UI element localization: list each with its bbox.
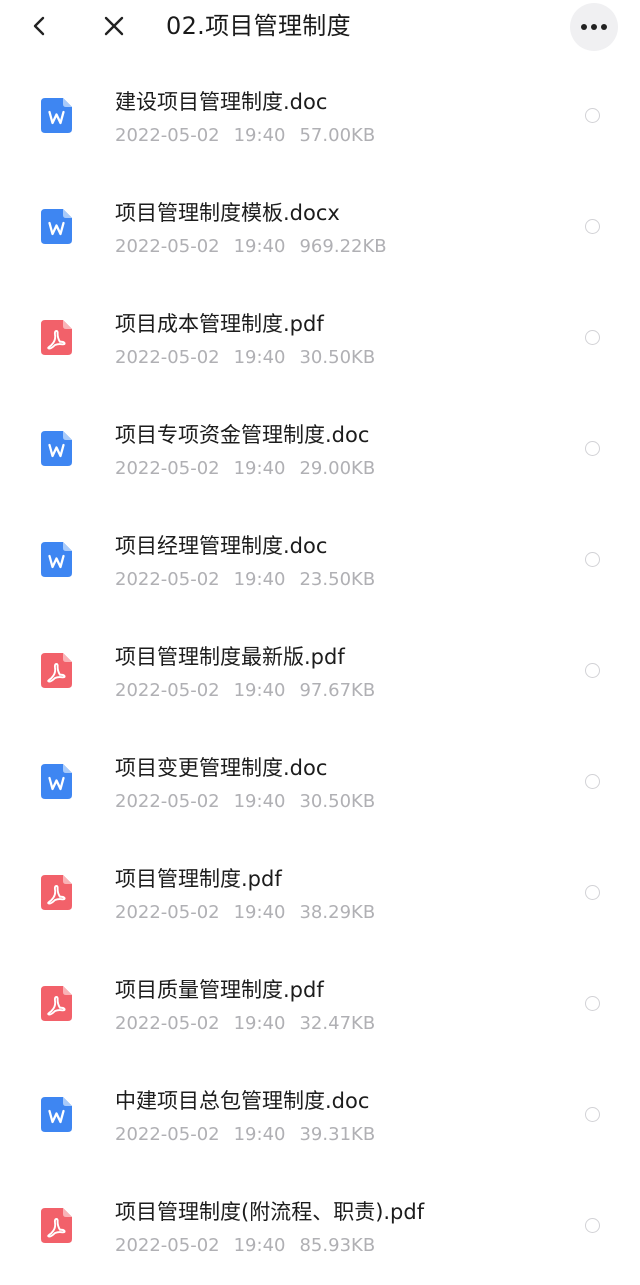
file-size: 23.50KB bbox=[299, 569, 376, 590]
file-size: 39.31KB bbox=[299, 1124, 376, 1145]
file-name: 项目专项资金管理制度.doc bbox=[115, 423, 370, 447]
word-file-icon bbox=[41, 431, 72, 466]
file-list: 建设项目管理制度.doc 2022-05-02 19:40 57.00KB 项目管理制… bbox=[0, 62, 640, 1283]
file-meta: 2022-05-02 19:40 97.67KB bbox=[115, 680, 389, 701]
select-radio[interactable] bbox=[585, 996, 600, 1011]
chevron-left-icon bbox=[33, 16, 45, 36]
word-file-icon bbox=[41, 98, 72, 133]
file-row[interactable]: 项目质量管理制度.pdf 2022-05-02 19:40 32.47KB bbox=[0, 950, 640, 1061]
file-date: 2022-05-02 bbox=[115, 458, 220, 479]
pdf-file-icon bbox=[41, 653, 72, 688]
file-name: 项目经理管理制度.doc bbox=[115, 534, 328, 558]
pdf-file-icon bbox=[41, 986, 72, 1021]
select-radio[interactable] bbox=[585, 885, 600, 900]
file-meta: 2022-05-02 19:40 23.50KB bbox=[115, 569, 389, 590]
file-size: 30.50KB bbox=[299, 791, 376, 812]
back-button[interactable] bbox=[22, 8, 58, 44]
file-name: 项目成本管理制度.pdf bbox=[115, 312, 324, 336]
file-row[interactable]: 项目成本管理制度.pdf 2022-05-02 19:40 30.50KB bbox=[0, 284, 640, 395]
file-name: 项目管理制度最新版.pdf bbox=[115, 645, 345, 669]
select-radio[interactable] bbox=[585, 330, 600, 345]
file-row[interactable]: 建设项目管理制度.doc 2022-05-02 19:40 57.00KB bbox=[0, 62, 640, 173]
select-radio[interactable] bbox=[585, 663, 600, 678]
file-row[interactable]: 项目管理制度最新版.pdf 2022-05-02 19:40 97.67KB bbox=[0, 617, 640, 728]
pdf-file-icon bbox=[41, 1208, 72, 1243]
select-radio[interactable] bbox=[585, 774, 600, 789]
file-size: 57.00KB bbox=[299, 125, 376, 146]
file-row[interactable]: 项目管理制度(附流程、职责).pdf 2022-05-02 19:40 85.93KB bbox=[0, 1172, 640, 1283]
file-meta: 2022-05-02 19:40 85.93KB bbox=[115, 1235, 389, 1256]
file-size: 85.93KB bbox=[299, 1235, 376, 1256]
file-row[interactable]: 项目经理管理制度.doc 2022-05-02 19:40 23.50KB bbox=[0, 506, 640, 617]
file-row[interactable]: 项目变更管理制度.doc 2022-05-02 19:40 30.50KB bbox=[0, 728, 640, 839]
file-size: 30.50KB bbox=[299, 347, 376, 368]
file-row[interactable]: 项目管理制度模板.docx 2022-05-02 19:40 969.22KB bbox=[0, 173, 640, 284]
file-time: 19:40 bbox=[233, 236, 286, 257]
close-icon bbox=[104, 16, 124, 36]
file-name: 建设项目管理制度.doc bbox=[115, 90, 328, 114]
close-button[interactable] bbox=[96, 8, 132, 44]
file-row[interactable]: 中建项目总包管理制度.doc 2022-05-02 19:40 39.31KB bbox=[0, 1061, 640, 1172]
file-size: 97.67KB bbox=[299, 680, 376, 701]
file-name: 中建项目总包管理制度.doc bbox=[115, 1089, 370, 1113]
file-date: 2022-05-02 bbox=[115, 680, 220, 701]
file-meta: 2022-05-02 19:40 57.00KB bbox=[115, 125, 389, 146]
file-time: 19:40 bbox=[233, 791, 286, 812]
file-time: 19:40 bbox=[233, 680, 286, 701]
file-date: 2022-05-02 bbox=[115, 125, 220, 146]
file-date: 2022-05-02 bbox=[115, 236, 220, 257]
file-size: 969.22KB bbox=[299, 236, 387, 257]
file-time: 19:40 bbox=[233, 347, 286, 368]
file-meta: 2022-05-02 19:40 39.31KB bbox=[115, 1124, 389, 1145]
file-date: 2022-05-02 bbox=[115, 1124, 220, 1145]
word-file-icon bbox=[41, 1097, 72, 1132]
pdf-file-icon bbox=[41, 320, 72, 355]
file-time: 19:40 bbox=[233, 569, 286, 590]
file-time: 19:40 bbox=[233, 458, 286, 479]
file-meta: 2022-05-02 19:40 30.50KB bbox=[115, 791, 389, 812]
file-time: 19:40 bbox=[233, 1235, 286, 1256]
file-meta: 2022-05-02 19:40 38.29KB bbox=[115, 902, 389, 923]
file-date: 2022-05-02 bbox=[115, 347, 220, 368]
select-radio[interactable] bbox=[585, 441, 600, 456]
pdf-file-icon bbox=[41, 875, 72, 910]
file-time: 19:40 bbox=[233, 902, 286, 923]
file-size: 29.00KB bbox=[299, 458, 376, 479]
select-radio[interactable] bbox=[585, 108, 600, 123]
word-file-icon bbox=[41, 209, 72, 244]
file-size: 38.29KB bbox=[299, 902, 376, 923]
more-dots-icon bbox=[581, 24, 607, 30]
word-file-icon bbox=[41, 542, 72, 577]
file-name: 项目质量管理制度.pdf bbox=[115, 978, 324, 1002]
select-radio[interactable] bbox=[585, 1218, 600, 1233]
file-row[interactable]: 项目专项资金管理制度.doc 2022-05-02 19:40 29.00KB bbox=[0, 395, 640, 506]
file-date: 2022-05-02 bbox=[115, 1235, 220, 1256]
file-name: 项目管理制度模板.docx bbox=[115, 201, 340, 225]
file-date: 2022-05-02 bbox=[115, 1013, 220, 1034]
file-size: 32.47KB bbox=[299, 1013, 376, 1034]
file-meta: 2022-05-02 19:40 29.00KB bbox=[115, 458, 389, 479]
file-row[interactable]: 项目管理制度.pdf 2022-05-02 19:40 38.29KB bbox=[0, 839, 640, 950]
file-name: 项目管理制度.pdf bbox=[115, 867, 282, 891]
page-title: 02.项目管理制度 bbox=[166, 12, 351, 40]
file-time: 19:40 bbox=[233, 125, 286, 146]
select-radio[interactable] bbox=[585, 219, 600, 234]
top-bar: 02.项目管理制度 bbox=[0, 0, 640, 56]
file-meta: 2022-05-02 19:40 969.22KB bbox=[115, 236, 401, 257]
file-date: 2022-05-02 bbox=[115, 902, 220, 923]
file-date: 2022-05-02 bbox=[115, 791, 220, 812]
file-name: 项目变更管理制度.doc bbox=[115, 756, 328, 780]
file-meta: 2022-05-02 19:40 32.47KB bbox=[115, 1013, 389, 1034]
select-radio[interactable] bbox=[585, 552, 600, 567]
file-date: 2022-05-02 bbox=[115, 569, 220, 590]
select-radio[interactable] bbox=[585, 1107, 600, 1122]
file-name: 项目管理制度(附流程、职责).pdf bbox=[115, 1200, 425, 1224]
more-button[interactable] bbox=[570, 3, 618, 51]
word-file-icon bbox=[41, 764, 72, 799]
file-time: 19:40 bbox=[233, 1124, 286, 1145]
file-meta: 2022-05-02 19:40 30.50KB bbox=[115, 347, 389, 368]
file-time: 19:40 bbox=[233, 1013, 286, 1034]
